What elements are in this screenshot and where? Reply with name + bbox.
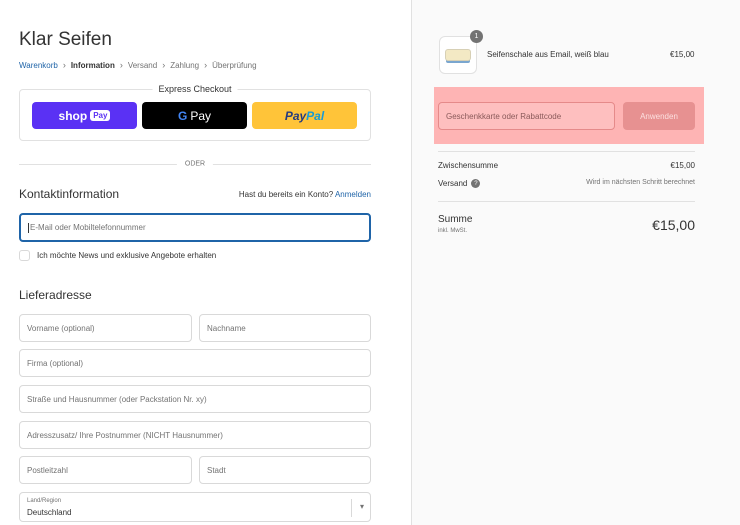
quantity-badge: 1: [470, 30, 483, 43]
zip-field[interactable]: Postleitzahl: [19, 456, 192, 484]
shipping-section-title: Lieferadresse: [19, 288, 92, 302]
total-divider: [438, 201, 695, 202]
product-name: Seifenschale aus Email, weiß blau: [487, 50, 609, 59]
newsletter-label: Ich möchte News und exklusive Angebote e…: [37, 251, 217, 260]
checkout-page: Klar Seifen Warenkorb › Information › Ve…: [0, 0, 740, 525]
country-select[interactable]: Land/Region Deutschland ▾: [19, 492, 371, 522]
contact-section-title: Kontaktinformation: [19, 187, 120, 201]
product-price: €15,00: [670, 50, 695, 59]
breadcrumb-shipping: Versand: [127, 60, 158, 70]
shop-pay-logo: shop: [58, 108, 88, 123]
city-field[interactable]: Stadt: [199, 456, 371, 484]
paypal-logo-part2: Pal: [306, 108, 325, 123]
first-name-placeholder: Vorname (optional): [27, 323, 95, 333]
shop-pay-button[interactable]: shop Pay: [32, 102, 137, 129]
breadcrumb-review: Überprüfung: [212, 60, 257, 70]
apply-discount-button[interactable]: Anwenden: [623, 102, 695, 130]
chevron-down-icon: ▾: [359, 502, 364, 511]
login-link[interactable]: Anmelden: [335, 190, 371, 199]
total-tax-note: inkl. MwSt.: [438, 228, 468, 234]
chevron-right-icon: ›: [204, 60, 208, 70]
login-prompt-text: Hast du bereits ein Konto?: [238, 190, 334, 199]
subtotal-value: €15,00: [670, 161, 695, 170]
subtotal-row: Zwischensumme €15,00: [438, 161, 695, 170]
express-checkout: Express Checkout shop Pay G Pay Pay Pal: [19, 84, 371, 141]
shipping-note: Wird im nächsten Schritt berechnet: [586, 179, 695, 186]
express-checkout-label: Express Checkout: [152, 84, 238, 94]
chevron-right-icon: ›: [62, 60, 66, 70]
checkout-form-panel: Klar Seifen Warenkorb › Information › Ve…: [0, 0, 411, 525]
google-pay-label: Pay: [190, 108, 212, 123]
summary-divider: [438, 151, 695, 152]
chevron-right-icon: ›: [119, 60, 123, 70]
total-label: Summe: [438, 214, 473, 225]
shipping-label: Versand: [438, 179, 468, 188]
subtotal-label: Zwischensumme: [438, 161, 499, 170]
zip-placeholder: Postleitzahl: [27, 465, 68, 475]
product-thumbnail: [439, 36, 477, 74]
paypal-button[interactable]: Pay Pal: [252, 102, 357, 129]
or-divider-label: ODER: [176, 160, 214, 168]
breadcrumb-information: Information: [70, 60, 115, 70]
breadcrumb-payment: Zahlung: [170, 60, 200, 70]
last-name-placeholder: Nachname: [207, 323, 246, 333]
total-value: €15,00: [652, 217, 695, 233]
order-summary-panel: [411, 0, 740, 525]
shipping-row: Versand? Wird im nächsten Schritt berech…: [438, 179, 695, 189]
login-prompt: Hast du bereits ein Konto? Anmelden: [239, 190, 371, 199]
company-placeholder: Firma (optional): [27, 358, 84, 368]
help-icon[interactable]: ?: [471, 179, 481, 189]
address2-field[interactable]: Adresszusatz/ Ihre Postnummer (NICHT Hau…: [19, 421, 371, 449]
last-name-field[interactable]: Nachname: [199, 314, 371, 342]
text-cursor: [28, 222, 29, 233]
shop-pay-pill: Pay: [90, 110, 111, 121]
first-name-field[interactable]: Vorname (optional): [19, 314, 192, 342]
address2-placeholder: Adresszusatz/ Ihre Postnummer (NICHT Hau…: [27, 430, 223, 440]
email-placeholder: E-Mail oder Mobiltelefonnummer: [30, 223, 146, 232]
soap-dish-image: [445, 49, 471, 61]
discount-placeholder: Geschenkkarte oder Rabattcode: [446, 111, 562, 121]
street-placeholder: Straße und Hausnummer (oder Packstation …: [27, 394, 207, 404]
country-value: Deutschland: [27, 508, 72, 517]
or-divider: ODER: [19, 160, 371, 168]
newsletter-option[interactable]: Ich möchte News und exklusive Angebote e…: [19, 250, 216, 261]
shop-title[interactable]: Klar Seifen: [19, 29, 112, 51]
select-separator: [351, 499, 352, 517]
city-placeholder: Stadt: [207, 465, 226, 475]
newsletter-checkbox[interactable]: [19, 250, 30, 261]
discount-code-input[interactable]: Geschenkkarte oder Rabattcode: [438, 102, 615, 130]
google-g-icon: G: [177, 108, 188, 123]
chevron-right-icon: ›: [162, 60, 166, 70]
breadcrumb-cart[interactable]: Warenkorb: [19, 61, 58, 70]
google-pay-button[interactable]: G Pay: [142, 102, 247, 129]
company-field[interactable]: Firma (optional): [19, 349, 371, 377]
paypal-logo-part1: Pay: [284, 108, 307, 123]
breadcrumb: Warenkorb › Information › Versand › Zahl…: [19, 60, 257, 70]
email-field[interactable]: E-Mail oder Mobiltelefonnummer: [19, 213, 371, 242]
street-field[interactable]: Straße und Hausnummer (oder Packstation …: [19, 385, 371, 413]
country-label: Land/Region: [27, 498, 62, 504]
